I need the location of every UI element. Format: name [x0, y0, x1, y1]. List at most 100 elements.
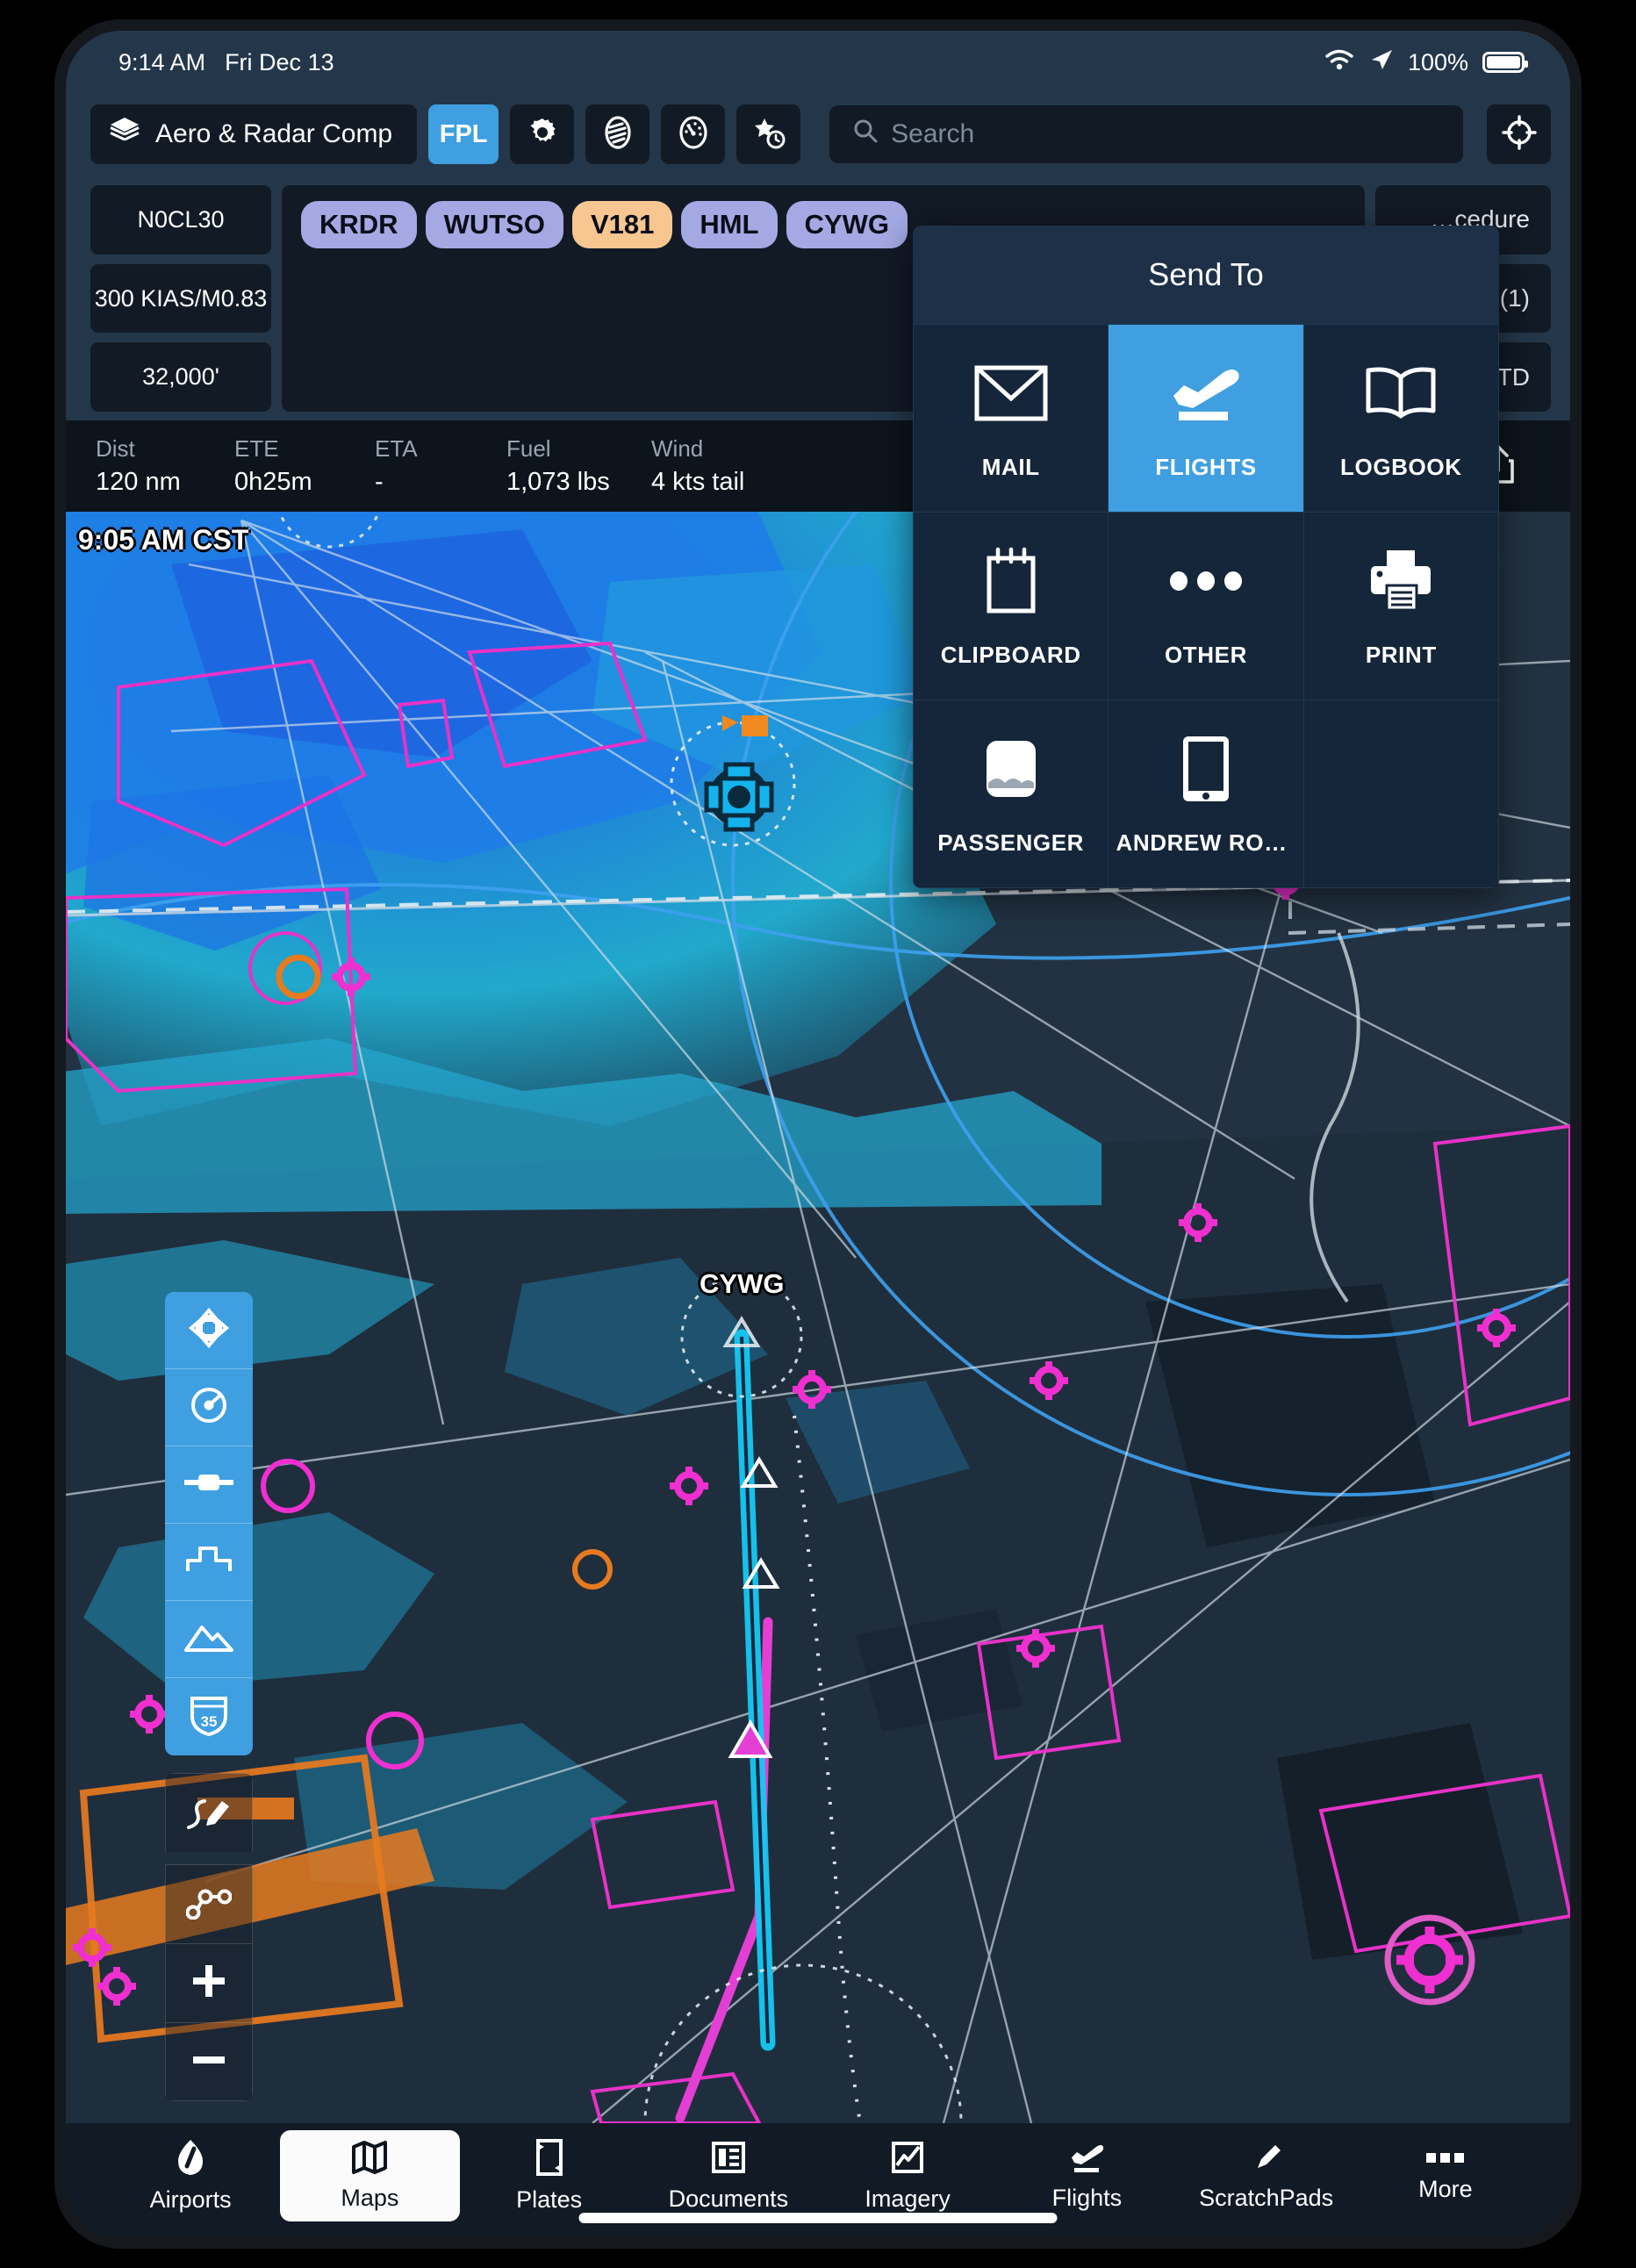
summary-distance: Dist 120 nm: [96, 435, 234, 497]
center-map-tool[interactable]: [165, 1292, 253, 1369]
battery-full-icon: [1482, 52, 1525, 73]
tab-plates-label: Plates: [516, 2186, 582, 2214]
layers-icon: [110, 116, 140, 154]
altitude-field[interactable]: 32,000': [90, 342, 271, 412]
send-to-mail-label: MAIL: [982, 454, 1040, 481]
send-to-print[interactable]: PRINT: [1304, 513, 1498, 700]
route-nodes-icon: [186, 1884, 232, 1924]
waypoint-chip[interactable]: HML: [681, 201, 777, 248]
send-to-clipboard[interactable]: CLIPBOARD: [914, 513, 1108, 700]
passenger-device-icon: [978, 731, 1044, 807]
tab-imagery[interactable]: Imagery: [818, 2130, 997, 2221]
tab-plates[interactable]: Plates: [460, 2130, 639, 2221]
documents-icon: [710, 2139, 747, 2180]
airport-beacon-icon: [173, 2138, 208, 2181]
envelope-icon: [974, 355, 1048, 431]
send-to-flights-label: FLIGHTS: [1155, 454, 1256, 481]
open-book-icon: [1361, 355, 1440, 431]
magnifier-icon: [852, 118, 879, 151]
waypoint-chip[interactable]: WUTSO: [426, 201, 563, 248]
pencil-scribble-icon: [183, 1791, 234, 1835]
tab-maps[interactable]: Maps: [280, 2130, 459, 2221]
favorites-recents-button[interactable]: [736, 104, 800, 164]
ellipsis-icon: [1424, 2149, 1467, 2171]
summary-ete-label: ETE: [234, 435, 375, 463]
instruments-button[interactable]: [661, 104, 725, 164]
send-to-popup: Send To MAIL FLIGHTS: [913, 226, 1499, 888]
summary-wind-value: 4 kts tail: [651, 468, 853, 497]
home-indicator: [579, 2213, 1058, 2223]
send-to-other-label: OTHER: [1165, 642, 1247, 669]
send-to-logbook[interactable]: LOGBOOK: [1304, 325, 1498, 512]
profile-view-tool[interactable]: [165, 1524, 253, 1601]
send-to-mail[interactable]: MAIL: [914, 325, 1108, 512]
tab-documents[interactable]: Documents: [639, 2130, 818, 2221]
send-to-empty-cell: [1304, 700, 1498, 887]
tab-more[interactable]: More: [1356, 2130, 1535, 2221]
ipad-icon: [1178, 731, 1234, 807]
send-to-print-label: PRINT: [1366, 642, 1437, 669]
summary-wind: Wind 4 kts tail: [651, 435, 853, 497]
send-to-passenger[interactable]: PASSENGER: [914, 700, 1108, 887]
speed-field[interactable]: 300 KIAS/M0.83: [90, 264, 271, 334]
step-profile-icon: [186, 1545, 232, 1579]
send-to-device-label: ANDREW ROTE I...: [1116, 829, 1295, 857]
settings-button[interactable]: [510, 104, 574, 164]
status-date: Fri Dec 13: [225, 49, 334, 76]
printer-icon: [1364, 543, 1438, 619]
airway-chip[interactable]: V181: [572, 201, 672, 248]
summary-eta: ETA -: [375, 435, 506, 497]
tab-flights-label: Flights: [1052, 2185, 1123, 2212]
draw-tool[interactable]: [165, 1773, 253, 1852]
search-input[interactable]: Search: [829, 105, 1463, 163]
ruler-tool[interactable]: [165, 1446, 253, 1524]
tab-scratchpads[interactable]: ScratchPads: [1177, 2130, 1356, 2221]
terrain-tool[interactable]: [165, 1601, 253, 1678]
tab-maps-label: Maps: [341, 2185, 398, 2212]
tab-more-label: More: [1418, 2176, 1473, 2203]
winds-aloft-button[interactable]: [585, 104, 649, 164]
summary-eta-value: -: [375, 468, 506, 497]
radar-scan-tool[interactable]: [165, 1369, 253, 1446]
locate-me-button[interactable]: [1487, 104, 1551, 164]
battery-percent-label: 100%: [1408, 49, 1468, 76]
waypoint-chip[interactable]: CYWG: [786, 201, 908, 248]
map-layers-button[interactable]: Aero & Radar Comp: [90, 104, 417, 164]
summary-fuel: Fuel 1,073 lbs: [506, 435, 651, 497]
airplane-takeoff-icon: [1165, 355, 1247, 431]
folded-map-icon: [351, 2140, 388, 2179]
summary-ete: ETE 0h25m: [234, 435, 375, 497]
tab-scratchpads-label: ScratchPads: [1199, 2185, 1333, 2212]
location-arrow-icon: [1369, 47, 1394, 78]
send-to-title: Send To: [913, 226, 1499, 324]
speed-limit-tool[interactable]: 35: [165, 1678, 253, 1755]
gauge-icon: [677, 115, 710, 154]
summary-fuel-value: 1,073 lbs: [506, 468, 651, 497]
radar-scope-icon: [187, 1383, 231, 1432]
send-to-flights[interactable]: FLIGHTS: [1109, 325, 1302, 512]
tab-airports[interactable]: Airports: [101, 2130, 280, 2221]
waypoint-chip[interactable]: KRDR: [301, 201, 417, 248]
gear-icon: [526, 116, 559, 154]
layer-set-label: Aero & Radar Comp: [155, 119, 392, 149]
send-to-clipboard-label: CLIPBOARD: [941, 642, 1081, 669]
search-placeholder: Search: [891, 119, 974, 149]
zoom-in-button[interactable]: [165, 1943, 253, 2022]
ellipsis-icon: [1168, 543, 1244, 619]
app-screen: 9:14 AM Fri Dec 13 100%: [66, 31, 1570, 2237]
send-to-other[interactable]: OTHER: [1109, 513, 1302, 700]
send-to-device[interactable]: ANDREW ROTE I...: [1109, 700, 1302, 887]
ruler-icon: [184, 1472, 233, 1497]
route-tool[interactable]: [165, 1864, 253, 1943]
tab-flights[interactable]: Flights: [997, 2130, 1176, 2221]
tab-imagery-label: Imagery: [865, 2185, 951, 2213]
tab-airports-label: Airports: [150, 2186, 232, 2214]
winds-aloft-icon: [601, 115, 635, 154]
zoom-out-button[interactable]: [165, 2022, 253, 2101]
map-tool-rail-secondary: [165, 1773, 253, 2101]
mountain-icon: [184, 1622, 233, 1656]
pencil-icon: [1249, 2140, 1284, 2179]
fpl-button[interactable]: FPL: [428, 104, 499, 164]
flight-rules-field[interactable]: N0CL30: [90, 185, 271, 255]
imagery-chart-icon: [889, 2139, 926, 2180]
